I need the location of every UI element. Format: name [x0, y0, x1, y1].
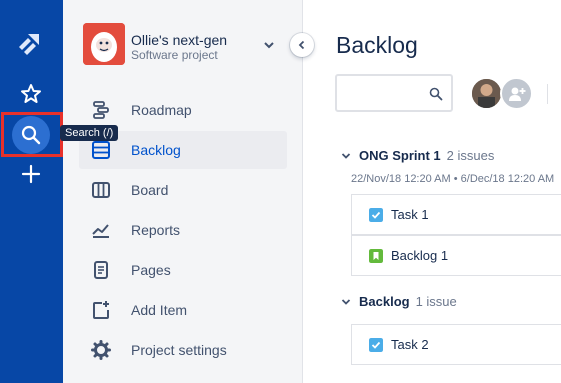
issue-row[interactable]: Task 2	[351, 324, 561, 365]
search-icon	[429, 87, 443, 101]
project-avatar[interactable]	[83, 23, 125, 65]
backlog-header[interactable]: Backlog 1 issue	[341, 294, 457, 309]
project-name[interactable]: Ollie's next-gen	[131, 32, 227, 48]
add-people-button[interactable]	[500, 77, 533, 110]
project-sidebar: Ollie's next-gen Software project Roadma…	[63, 0, 303, 383]
reports-chart-icon	[92, 224, 109, 238]
nav-item-label: Roadmap	[131, 102, 192, 118]
task-checkbox-icon	[369, 338, 383, 352]
global-nav	[0, 0, 63, 383]
nav-item-reports[interactable]: Reports	[79, 211, 287, 249]
issue-row[interactable]: Backlog 1	[351, 235, 561, 276]
user-avatar[interactable]	[470, 77, 503, 110]
task-checkbox-icon	[369, 208, 383, 222]
nav-item-label: Board	[131, 182, 169, 198]
chevron-down-icon[interactable]	[341, 297, 351, 307]
create-plus-icon[interactable]	[19, 162, 43, 186]
sprint-dates: 22/Nov/18 12:20 AM • 6/Dec/18 12:20 AM	[351, 173, 555, 185]
nav-item-label: Add Item	[131, 302, 188, 318]
page-title: Backlog	[336, 32, 418, 58]
nav-item-label: Backlog	[131, 142, 181, 158]
add-person-icon	[508, 87, 525, 101]
issue-summary: Task 2	[391, 337, 429, 352]
nav-item-roadmap[interactable]: Roadmap	[79, 91, 287, 129]
main-content: Backlog ONG Sprint 1 2 issues 22/Nov/18 …	[303, 0, 561, 383]
sprint-header[interactable]: ONG Sprint 1 2 issues	[341, 148, 494, 163]
project-type: Software project	[131, 48, 218, 62]
collapse-sidebar-button[interactable]	[290, 33, 314, 57]
divider	[547, 84, 548, 104]
user-photo-icon	[472, 79, 501, 108]
backlog-issue-count: 1 issue	[415, 294, 457, 309]
nav-item-label: Project settings	[131, 342, 227, 358]
jira-logo-icon[interactable]	[15, 31, 43, 57]
search-highlight-box	[1, 112, 63, 157]
backlog-search-input[interactable]	[343, 84, 429, 102]
backlog-icon	[92, 141, 110, 159]
roadmap-icon	[93, 101, 109, 119]
chevron-down-icon[interactable]	[263, 40, 275, 50]
nav-item-project-settings[interactable]: Project settings	[79, 331, 287, 369]
pages-icon	[94, 261, 108, 279]
backlog-name: Backlog	[359, 294, 410, 309]
issue-summary: Backlog 1	[391, 248, 449, 263]
search-tooltip: Search (/)	[60, 125, 119, 141]
chevron-left-icon	[298, 40, 305, 50]
board-icon	[92, 182, 110, 198]
story-bookmark-icon	[369, 249, 383, 263]
issue-row[interactable]: Task 1	[351, 194, 561, 235]
nav-item-add-item[interactable]: Add Item	[79, 291, 287, 329]
nav-item-board[interactable]: Board	[79, 171, 287, 209]
chevron-down-icon[interactable]	[341, 151, 351, 161]
nav-item-pages[interactable]: Pages	[79, 251, 287, 289]
sprint-issue-count: 2 issues	[446, 148, 495, 163]
nav-item-label: Reports	[131, 222, 181, 238]
backlog-search-field[interactable]	[335, 74, 453, 112]
yeti-avatar-icon	[83, 23, 125, 65]
sprint-name: ONG Sprint 1	[359, 148, 441, 163]
star-icon[interactable]	[19, 82, 43, 106]
jira-window: Ollie's next-gen Software project Roadma…	[0, 0, 561, 383]
gear-icon	[91, 340, 111, 360]
nav-item-label: Pages	[131, 262, 171, 278]
issue-summary: Task 1	[391, 207, 429, 222]
add-item-icon	[93, 301, 109, 319]
